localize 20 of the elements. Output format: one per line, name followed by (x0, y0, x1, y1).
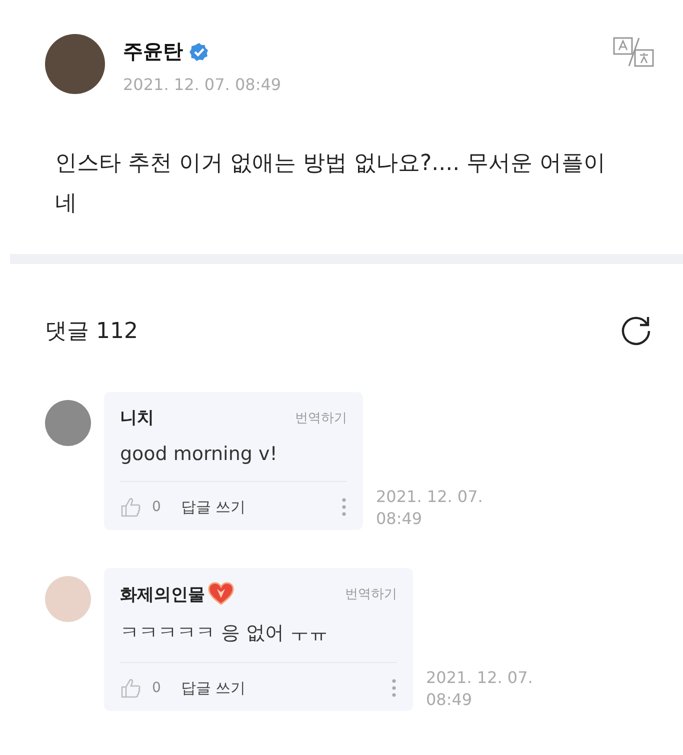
like-count: 0 (152, 680, 161, 696)
commenter-name: 니치 (120, 407, 154, 429)
more-options-icon[interactable] (341, 496, 347, 518)
thumbs-up-icon[interactable] (120, 496, 142, 518)
commenter-name: 화제의인물 (120, 584, 205, 606)
translate-icon[interactable] (613, 36, 655, 68)
comment-text: good morning v! (120, 443, 278, 465)
comments-count: 댓글 112 (45, 318, 138, 346)
post-text: 인스타 추천 이거 없애는 방법 없나요?.... 무서운 어플이네 (55, 150, 607, 218)
comment-timestamp: 2021. 12. 07. 08:49 (426, 667, 534, 711)
comment-text: ㅋㅋㅋㅋㅋ 응 없어 ㅜㅠ (120, 621, 330, 646)
reply-button[interactable]: 답글 쓰기 (180, 498, 246, 516)
like-count: 0 (152, 499, 161, 515)
reply-button[interactable]: 답글 쓰기 (180, 678, 246, 698)
thumbs-up-icon[interactable] (120, 677, 142, 699)
refresh-icon[interactable] (619, 314, 653, 348)
post-timestamp: 2021. 12. 07. 08:49 (123, 75, 282, 94)
more-options-icon[interactable] (391, 677, 397, 699)
comment-timestamp: 2021. 12. 07. 08:49 (376, 486, 484, 530)
author-name: 주윤탄 (123, 38, 183, 65)
